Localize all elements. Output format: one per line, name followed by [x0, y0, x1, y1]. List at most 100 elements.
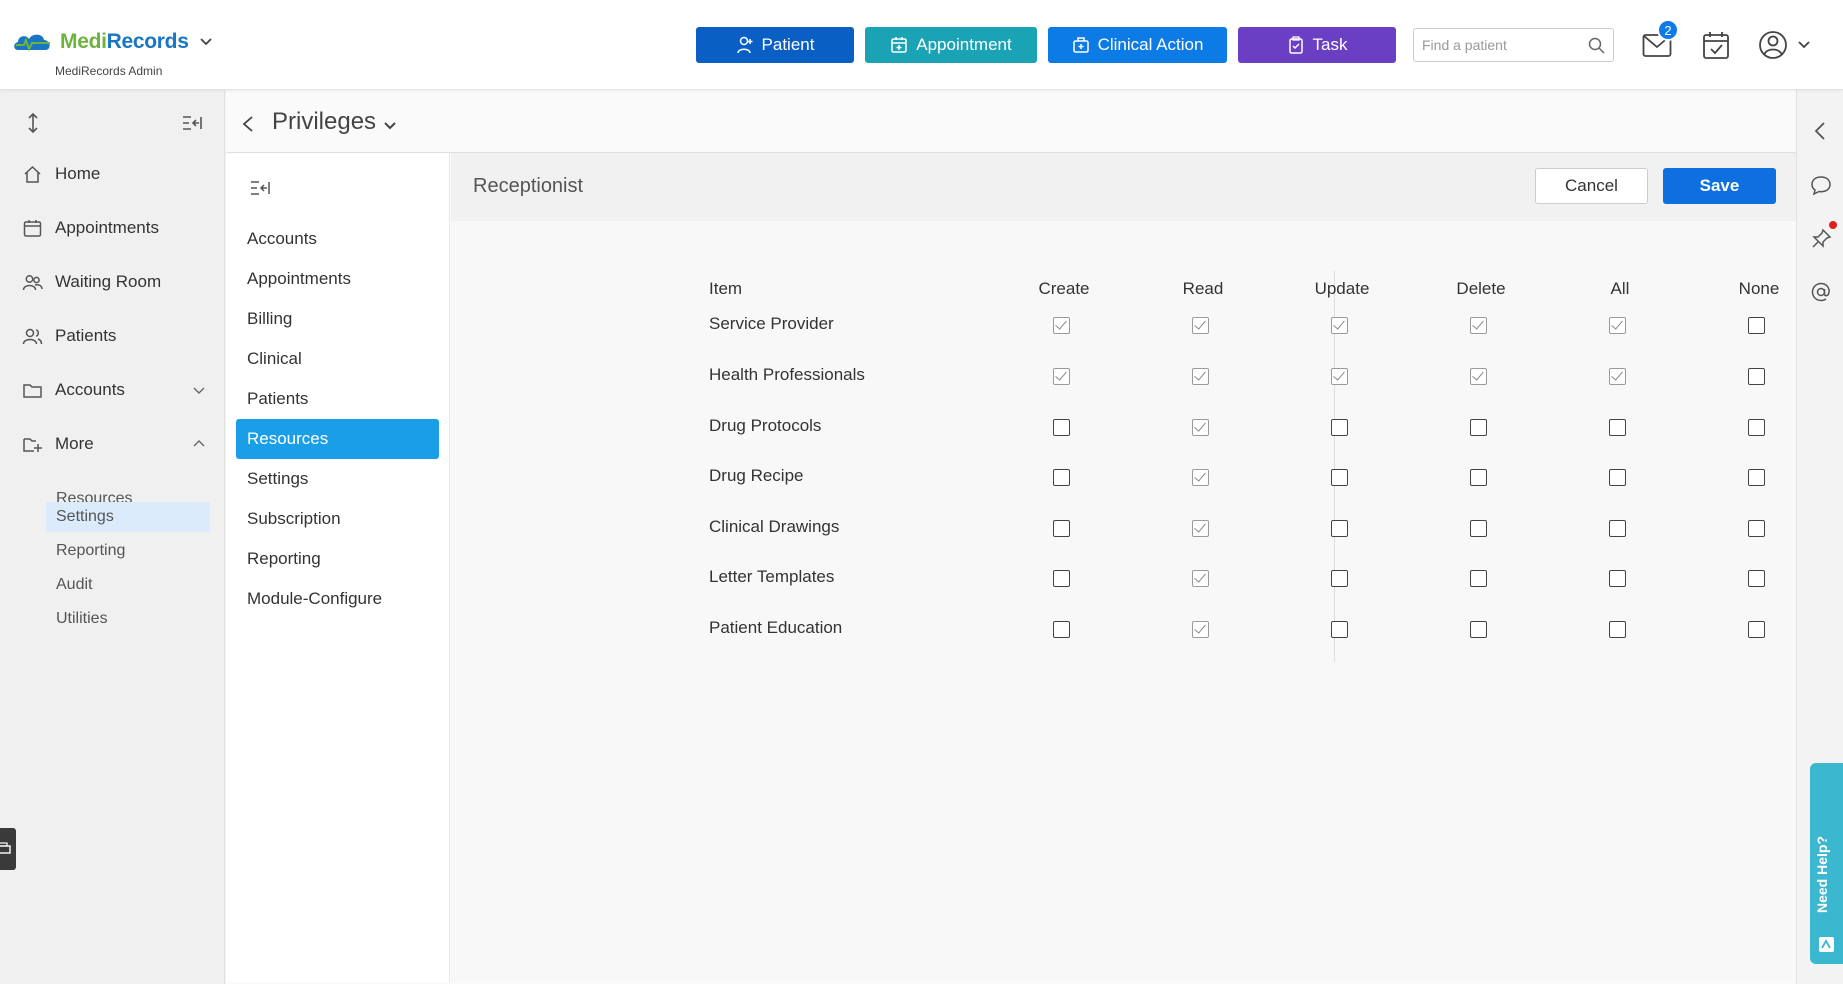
help-chat-icon: [1819, 937, 1834, 952]
read-checkbox[interactable]: [1192, 570, 1209, 587]
sidebar-item-label: More: [55, 434, 94, 453]
delete-checkbox[interactable]: [1470, 469, 1487, 486]
delete-checkbox[interactable]: [1470, 570, 1487, 587]
chevron-down-icon[interactable]: [199, 35, 213, 49]
new-patient-button[interactable]: Patient: [696, 27, 854, 63]
all-checkbox[interactable]: [1609, 368, 1626, 385]
update-checkbox[interactable]: [1331, 520, 1348, 537]
chat-bubble-icon[interactable]: [1810, 174, 1832, 196]
patients-icon: [22, 328, 43, 344]
update-checkbox[interactable]: [1331, 469, 1348, 486]
update-checkbox[interactable]: [1331, 570, 1348, 587]
resize-vertical-icon[interactable]: [22, 112, 44, 134]
read-checkbox[interactable]: [1192, 419, 1209, 436]
subnav-item-resources[interactable]: Resources: [236, 419, 439, 459]
read-checkbox[interactable]: [1192, 469, 1209, 486]
delete-checkbox[interactable]: [1470, 419, 1487, 436]
none-checkbox[interactable]: [1748, 368, 1765, 385]
subnav-item-patients[interactable]: Patients: [236, 379, 439, 419]
subnav-item-accounts[interactable]: Accounts: [236, 219, 439, 259]
create-checkbox[interactable]: [1053, 621, 1070, 638]
collapse-menu-icon[interactable]: [250, 179, 272, 197]
side-drawer-tab[interactable]: [0, 828, 16, 870]
update-checkbox[interactable]: [1331, 317, 1348, 334]
subnav-item-subscription[interactable]: Subscription: [236, 499, 439, 539]
create-checkbox[interactable]: [1053, 368, 1070, 385]
subnav-item-reporting[interactable]: Reporting: [236, 539, 439, 579]
print-icon: [0, 842, 11, 854]
sidebar-item-accounts[interactable]: Accounts: [22, 375, 208, 405]
collapse-sidebar-icon[interactable]: [181, 112, 203, 134]
create-checkbox[interactable]: [1053, 520, 1070, 537]
sidebar-sub-utilities[interactable]: Utilities: [46, 604, 210, 634]
create-checkbox[interactable]: [1053, 570, 1070, 587]
sidebar-item-home[interactable]: Home: [22, 159, 208, 189]
subnav-item-module-configure[interactable]: Module-Configure: [236, 579, 439, 619]
create-checkbox[interactable]: [1053, 469, 1070, 486]
search-icon[interactable]: [1588, 37, 1605, 54]
delete-checkbox[interactable]: [1470, 368, 1487, 385]
all-checkbox[interactable]: [1609, 520, 1626, 537]
delete-checkbox[interactable]: [1470, 317, 1487, 334]
create-checkbox[interactable]: [1053, 317, 1070, 334]
clinical-action-button[interactable]: Clinical Action: [1048, 27, 1227, 63]
new-task-button[interactable]: Task: [1238, 27, 1396, 63]
all-checkbox[interactable]: [1609, 621, 1626, 638]
patient-search-input[interactable]: [1414, 29, 1574, 61]
cancel-button[interactable]: Cancel: [1535, 168, 1648, 204]
create-checkbox[interactable]: [1053, 419, 1070, 436]
subnav-item-billing[interactable]: Billing: [236, 299, 439, 339]
chevron-left-icon[interactable]: [1810, 120, 1832, 142]
read-checkbox[interactable]: [1192, 317, 1209, 334]
need-help-tab[interactable]: Need Help?: [1810, 763, 1843, 964]
all-checkbox[interactable]: [1609, 419, 1626, 436]
update-checkbox[interactable]: [1331, 419, 1348, 436]
read-checkbox[interactable]: [1192, 621, 1209, 638]
all-checkbox[interactable]: [1609, 469, 1626, 486]
all-checkbox[interactable]: [1609, 570, 1626, 587]
sidebar-sub-audit[interactable]: Audit: [46, 570, 210, 600]
need-help-label: Need Help?: [1814, 835, 1830, 913]
column-header-delete: Delete: [1456, 279, 1506, 298]
notification-dot: [1829, 221, 1837, 229]
new-task-label: Task: [1312, 35, 1348, 54]
save-button[interactable]: Save: [1663, 168, 1776, 204]
chevron-down-icon[interactable]: [383, 119, 397, 133]
pin-icon[interactable]: [1810, 228, 1832, 250]
sidebar-item-patients[interactable]: Patients: [22, 321, 208, 351]
subnav-item-settings[interactable]: Settings: [236, 459, 439, 499]
none-checkbox[interactable]: [1748, 621, 1765, 638]
read-checkbox[interactable]: [1192, 368, 1209, 385]
sidebar-item-appointments[interactable]: Appointments: [22, 213, 208, 243]
update-checkbox[interactable]: [1331, 621, 1348, 638]
sidebar-item-label: Waiting Room: [55, 272, 162, 291]
user-avatar-icon[interactable]: [1758, 30, 1788, 60]
brand-logo[interactable]: MediRecords: [12, 30, 213, 54]
at-mention-icon[interactable]: [1810, 281, 1832, 303]
delete-checkbox[interactable]: [1470, 520, 1487, 537]
subnav-item-clinical[interactable]: Clinical: [236, 339, 439, 379]
update-checkbox[interactable]: [1331, 368, 1348, 385]
row-label-patient-education: Patient Education: [709, 618, 843, 637]
calendar-check-icon[interactable]: [1702, 30, 1730, 60]
subnav-item-appointments[interactable]: Appointments: [236, 259, 439, 299]
chevron-down-icon[interactable]: [1797, 38, 1811, 52]
delete-checkbox[interactable]: [1470, 621, 1487, 638]
new-appointment-button[interactable]: Appointment: [865, 27, 1037, 63]
none-checkbox[interactable]: [1748, 419, 1765, 436]
sidebar-sub-reporting[interactable]: Reporting: [46, 536, 210, 566]
privileges-content: Receptionist Cancel Save Item Create Read U…: [451, 153, 1796, 982]
all-checkbox[interactable]: [1609, 317, 1626, 334]
none-checkbox[interactable]: [1748, 570, 1765, 587]
none-checkbox[interactable]: [1748, 520, 1765, 537]
sidebar-sub-settings[interactable]: Settings: [46, 502, 210, 532]
none-checkbox[interactable]: [1748, 317, 1765, 334]
none-checkbox[interactable]: [1748, 469, 1765, 486]
sidebar-item-more[interactable]: More: [22, 429, 208, 459]
sidebar-item-waiting-room[interactable]: Waiting Room: [22, 267, 208, 297]
folder-icon: [23, 383, 42, 398]
mail-count-badge: 2: [1657, 19, 1679, 41]
cloud-logo-icon: [14, 34, 50, 52]
back-arrow-icon[interactable]: [240, 115, 256, 133]
read-checkbox[interactable]: [1192, 520, 1209, 537]
